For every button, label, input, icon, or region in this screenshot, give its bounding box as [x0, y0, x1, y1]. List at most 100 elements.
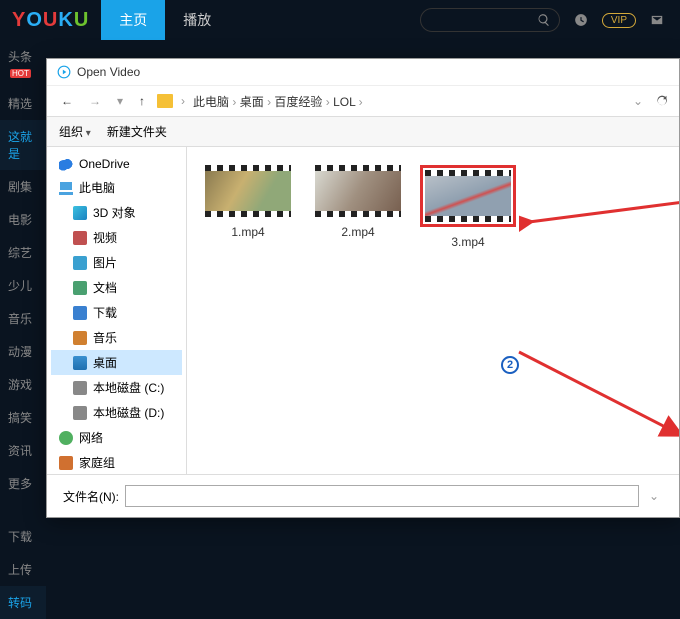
- tree-item[interactable]: 下载: [51, 300, 182, 325]
- tree-item[interactable]: 网络: [51, 425, 182, 450]
- youku-nav-item[interactable]: 电影: [0, 203, 46, 236]
- tree-item-label: 此电脑: [79, 179, 115, 196]
- annotation-arrow: [499, 344, 679, 444]
- tree-item[interactable]: 图片: [51, 250, 182, 275]
- tree-item-label: 3D 对象: [93, 204, 136, 221]
- tree-item[interactable]: 桌面: [51, 350, 182, 375]
- tree-item-label: 视频: [93, 229, 117, 246]
- file-name: 1.mp4: [231, 225, 264, 239]
- chevron-right-icon: ›: [264, 95, 275, 109]
- annotation-step-number: 2: [501, 356, 519, 374]
- tree-item-label: 桌面: [93, 354, 117, 371]
- tree-item[interactable]: 3D 对象: [51, 200, 182, 225]
- tree-item[interactable]: 家庭组: [51, 450, 182, 474]
- video-icon: [73, 231, 87, 245]
- chevron-right-icon: ›: [229, 95, 240, 109]
- video-thumbnail: [315, 165, 401, 217]
- tree-item[interactable]: 本地磁盘 (D:): [51, 400, 182, 425]
- organize-menu[interactable]: 组织: [59, 123, 91, 140]
- youku-nav-item[interactable]: 上传: [0, 553, 46, 586]
- mail-icon[interactable]: [650, 13, 664, 27]
- nav-recent[interactable]: ▾: [113, 92, 127, 110]
- home-icon: [59, 456, 73, 470]
- search-icon: [537, 13, 551, 27]
- hot-badge: HOT: [10, 69, 31, 78]
- filename-label: 文件名(N):: [63, 488, 119, 505]
- breadcrumb-segment[interactable]: 百度经验: [274, 95, 322, 109]
- youku-nav-item[interactable]: 综艺: [0, 236, 46, 269]
- youku-nav-item[interactable]: 少儿: [0, 269, 46, 302]
- vip-badge[interactable]: VIP: [602, 13, 636, 28]
- tree-item-label: 音乐: [93, 329, 117, 346]
- tree-item[interactable]: 视频: [51, 225, 182, 250]
- youku-nav-item[interactable]: 动漫: [0, 335, 46, 368]
- youku-nav-item[interactable]: 这就是: [0, 120, 46, 170]
- folder-tree: OneDrive 此电脑 3D 对象视频图片文档下载音乐桌面本地磁盘 (C:) 本地磁…: [47, 147, 187, 474]
- file-item[interactable]: 1.mp4: [203, 165, 293, 249]
- filename-dropdown[interactable]: ⌄: [645, 487, 663, 505]
- breadcrumb-segment[interactable]: LOL: [333, 95, 355, 109]
- chevron-right-icon: ›: [322, 95, 333, 109]
- filename-input[interactable]: [125, 485, 639, 507]
- youku-nav-item[interactable]: 下载: [0, 520, 46, 553]
- video-thumbnail: [205, 165, 291, 217]
- tree-item-label: OneDrive: [79, 157, 130, 171]
- tab-play[interactable]: 播放: [165, 0, 229, 40]
- refresh-icon[interactable]: [655, 94, 669, 108]
- desk-icon: [73, 356, 87, 370]
- youku-nav-item[interactable]: 游戏: [0, 368, 46, 401]
- youku-nav-item[interactable]: 更多: [0, 467, 46, 500]
- chevron-right-icon: ›: [355, 95, 362, 109]
- doc-icon: [73, 281, 87, 295]
- address-dropdown[interactable]: ⌄: [629, 92, 647, 110]
- youku-nav-item[interactable]: 音乐: [0, 302, 46, 335]
- nav-back[interactable]: ←: [57, 92, 77, 110]
- disk-icon: [73, 406, 87, 420]
- youku-nav-item[interactable]: 转码: [0, 586, 46, 619]
- dialog-footer: 文件名(N): ⌄: [47, 474, 679, 517]
- search-input[interactable]: [420, 8, 560, 32]
- disk-icon: [73, 381, 87, 395]
- down-icon: [73, 306, 87, 320]
- youku-nav-item[interactable]: 头条HOT: [0, 40, 46, 87]
- file-name: 3.mp4: [451, 235, 484, 249]
- net-icon: [59, 431, 73, 445]
- youku-top-bar: YOUKU 主页 播放 VIP: [0, 0, 680, 40]
- nav-forward: →: [85, 92, 105, 110]
- play-circle-icon: [57, 65, 71, 79]
- video-thumbnail: [425, 170, 511, 222]
- history-icon[interactable]: [574, 13, 588, 27]
- tree-item-label: 图片: [93, 254, 117, 271]
- tree-item[interactable]: OneDrive: [51, 153, 182, 175]
- cloud-icon: [59, 157, 73, 171]
- pic-icon: [73, 256, 87, 270]
- youku-side-nav: 头条HOT精选这就是剧集电影综艺少儿音乐动漫游戏搞笑资讯更多下载上传转码: [0, 40, 46, 540]
- youku-nav-item[interactable]: 搞笑: [0, 401, 46, 434]
- file-pane[interactable]: 1.mp4 2.mp4 3.mp4 2: [187, 147, 679, 474]
- tree-item[interactable]: 音乐: [51, 325, 182, 350]
- new-folder-button[interactable]: 新建文件夹: [107, 123, 167, 140]
- dialog-title-bar: Open Video: [47, 59, 679, 86]
- tree-item-label: 网络: [79, 429, 103, 446]
- tab-home[interactable]: 主页: [101, 0, 165, 40]
- tree-item[interactable]: 文档: [51, 275, 182, 300]
- chevron-right-icon: ›: [181, 94, 185, 108]
- breadcrumb-segment[interactable]: 此电脑: [193, 95, 229, 109]
- tree-item-label: 家庭组: [79, 454, 115, 471]
- tree-item[interactable]: 本地磁盘 (C:): [51, 375, 182, 400]
- dialog-title: Open Video: [77, 65, 140, 79]
- 3d-icon: [73, 206, 87, 220]
- breadcrumb-segment[interactable]: 桌面: [240, 95, 264, 109]
- youku-nav-item[interactable]: 精选: [0, 87, 46, 120]
- tree-item[interactable]: 此电脑: [51, 175, 182, 200]
- youku-nav-item[interactable]: 资讯: [0, 434, 46, 467]
- tree-item-label: 本地磁盘 (C:): [93, 379, 164, 396]
- pc-icon: [59, 181, 73, 195]
- address-bar: ← → ▾ ↑ › 此电脑 › 桌面 › 百度经验 › LOL › ⌄: [47, 86, 679, 116]
- tree-item-label: 文档: [93, 279, 117, 296]
- nav-up[interactable]: ↑: [135, 92, 149, 110]
- file-item[interactable]: 2.mp4: [313, 165, 403, 249]
- file-item[interactable]: 3.mp4: [423, 165, 513, 249]
- youku-nav-item[interactable]: 剧集: [0, 170, 46, 203]
- tree-item-label: 下载: [93, 304, 117, 321]
